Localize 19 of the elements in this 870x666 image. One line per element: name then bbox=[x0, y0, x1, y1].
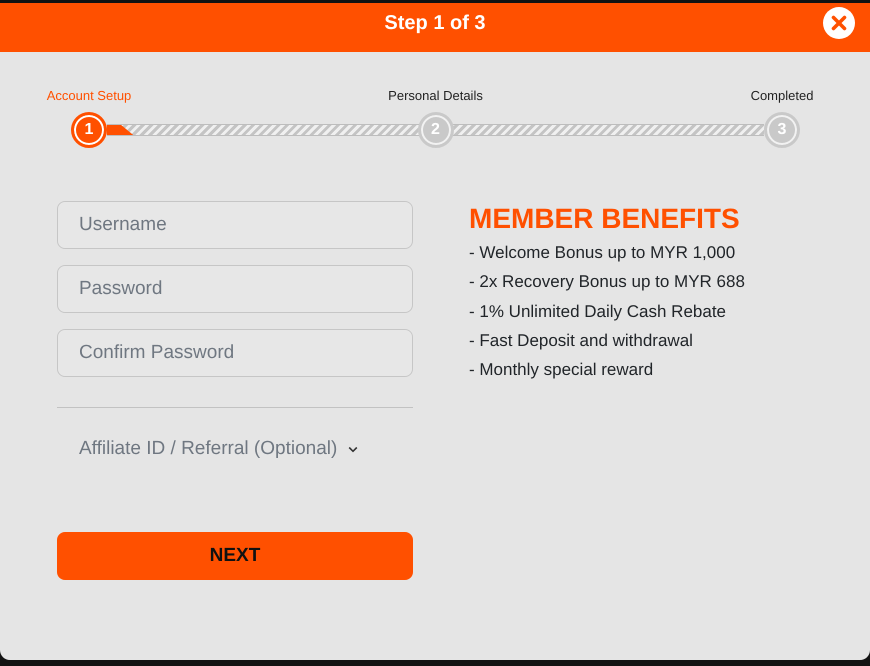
input-field[interactable]: Password bbox=[57, 265, 413, 313]
step-label: Completed bbox=[750, 88, 814, 104]
close-button[interactable] bbox=[823, 7, 855, 39]
affiliate-toggle[interactable]: Affiliate ID / Referral (Optional) bbox=[67, 434, 370, 464]
chevron-icon bbox=[348, 446, 358, 452]
step-label: Account Setup bbox=[46, 88, 132, 104]
benefit-item: - Fast Deposit and withdrawal bbox=[469, 330, 694, 352]
modal-title: Step 1 of 3 bbox=[384, 11, 486, 36]
close-icon bbox=[823, 7, 855, 39]
input-field[interactable]: Confirm Password bbox=[57, 329, 413, 377]
benefits-heading: MEMBER BENEFITS bbox=[469, 202, 741, 236]
step-number: 1 bbox=[71, 112, 107, 148]
next-button[interactable]: NEXT bbox=[57, 532, 413, 580]
step-label: Personal Details bbox=[388, 88, 483, 104]
benefit-item: - Monthly special reward bbox=[469, 359, 654, 382]
benefit-item: - Welcome Bonus up to MYR 1,000 bbox=[469, 242, 736, 264]
benefit-item: - 2x Recovery Bonus up to MYR 688 bbox=[469, 271, 745, 294]
input-field[interactable]: Username bbox=[57, 201, 413, 249]
benefit-item: - 1% Unlimited Daily Cash Rebate bbox=[469, 300, 727, 323]
